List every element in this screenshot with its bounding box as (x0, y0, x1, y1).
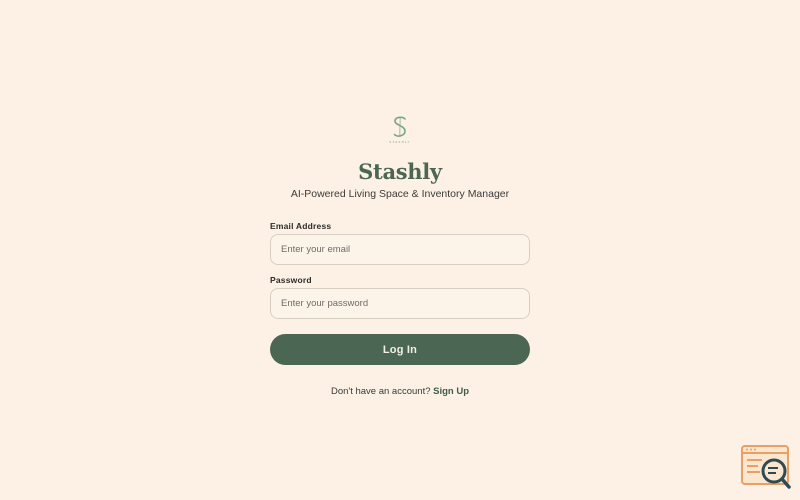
browser-search-icon-graphic (741, 445, 791, 489)
password-field[interactable] (270, 288, 530, 319)
stashly-logo-icon (393, 116, 406, 138)
password-label: Password (270, 275, 312, 285)
signup-prompt: Don't have an account? (330, 386, 431, 397)
login-page: STASHLY Stashly AI-Powered Living Space … (0, 0, 800, 500)
email-field[interactable] (270, 234, 530, 265)
logo-wordmark: STASHLY (389, 140, 411, 144)
brand-logo: STASHLY (384, 114, 416, 148)
browser-search-icon[interactable] (740, 444, 792, 490)
app-tagline: AI-Powered Living Space & Inventory Mana… (290, 188, 510, 200)
signup-link[interactable]: Sign Up (433, 386, 469, 397)
app-title: Stashly (358, 159, 442, 184)
email-label: Email Address (270, 221, 332, 231)
login-button[interactable]: Log In (270, 334, 530, 365)
signup-row: Don't have an account? Sign Up (0, 385, 800, 398)
